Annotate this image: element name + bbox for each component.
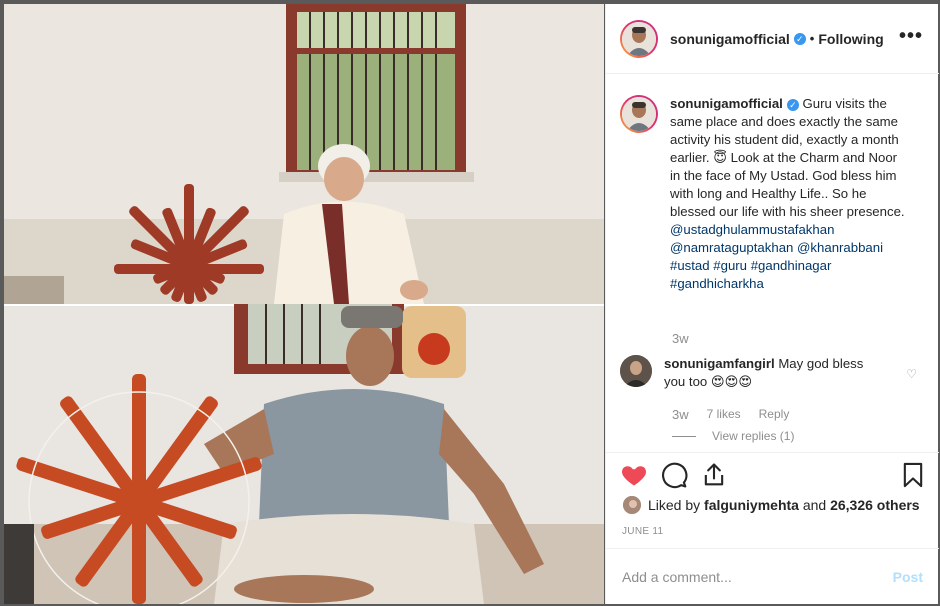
likes-others-count[interactable]: 26,326 others [830,497,920,513]
view-replies-button[interactable]: View replies (1) [672,429,794,443]
commenter-username[interactable]: sonunigamfangirl [664,356,775,371]
mention-link[interactable]: @namrataguptakhan [670,240,793,255]
author-avatar[interactable] [620,19,658,58]
comment-meta: 3w 7 likes Reply [672,407,789,422]
heart-filled-icon[interactable] [620,461,648,489]
bookmark-icon[interactable] [899,461,927,489]
avatar-image [622,97,656,131]
mention-link[interactable]: @ustadghulammustafakhan [670,222,834,237]
caption-text: sonunigamofficial ✓ Guru visits the same … [670,95,910,293]
liker-avatar[interactable] [622,495,642,515]
avatar-image [622,21,656,56]
comment-item: sonunigamfangirl May god bless you too 😍… [620,355,925,391]
post-header: sonunigamofficial ✓ • Following ••• [606,4,939,74]
comments-list[interactable]: sonunigamofficial ✓ Guru visits the same … [606,75,939,451]
avatar-image [623,496,641,514]
caption-username[interactable]: sonunigamofficial [670,96,783,111]
share-icon[interactable] [700,461,728,489]
post-photo[interactable] [4,4,604,604]
more-horizontal-icon[interactable]: ••• [899,26,923,46]
post-sidebar: sonunigamofficial ✓ • Following ••• sonu… [605,4,939,604]
replies-line [672,435,696,437]
hashtag-link[interactable]: #gandhicharkha [670,276,764,291]
separator-dot: • [809,31,815,46]
comment-like-heart-icon[interactable]: ♡ [906,367,917,381]
caption: sonunigamofficial ✓ Guru visits the same … [620,95,925,293]
author-username[interactable]: sonunigamofficial [670,31,790,47]
following-button[interactable]: Following [818,31,883,47]
hashtag-link[interactable]: #guru [713,258,747,273]
comment-likes[interactable]: 7 likes [707,407,741,422]
avatar-image [620,355,652,387]
mention-link[interactable]: @khanrabbani [797,240,883,255]
comment-icon[interactable] [660,461,688,489]
verified-badge-icon: ✓ [786,99,799,111]
caption-time[interactable]: 3w [672,331,689,346]
reply-button[interactable]: Reply [759,407,790,422]
liked-by-middle: and [802,497,827,513]
add-comment-bar: Add a comment... Post [606,548,939,604]
post-date[interactable]: JUNE 11 [622,526,663,537]
caption-avatar[interactable] [620,95,658,133]
verified-badge-icon: ✓ [793,32,806,45]
likes-summary: Liked by falguniymehta and 26,326 others [622,495,920,515]
liker-username[interactable]: falguniymehta [704,497,799,513]
hashtag-link[interactable]: #ustad [670,258,710,273]
caption-body: Guru visits the same place and does exac… [670,96,905,219]
comment-input[interactable]: Add a comment... [622,569,732,585]
comment-text: sonunigamfangirl May god bless you too 😍… [664,355,874,391]
comment-time[interactable]: 3w [672,407,689,422]
view-replies-label[interactable]: View replies (1) [712,429,794,443]
commenter-avatar[interactable] [620,355,652,387]
liked-by-prefix: Liked by [648,497,701,513]
action-bar [606,452,939,496]
hashtag-link[interactable]: #gandhinagar [751,258,832,273]
post-comment-button[interactable]: Post [893,569,923,585]
